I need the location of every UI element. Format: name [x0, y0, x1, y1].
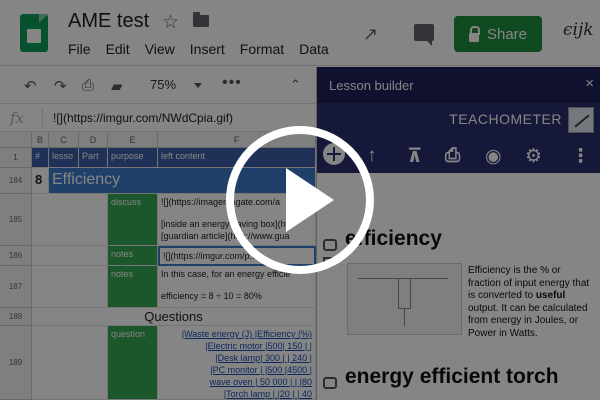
video-overlay[interactable] — [0, 0, 600, 400]
play-icon[interactable] — [226, 126, 374, 274]
